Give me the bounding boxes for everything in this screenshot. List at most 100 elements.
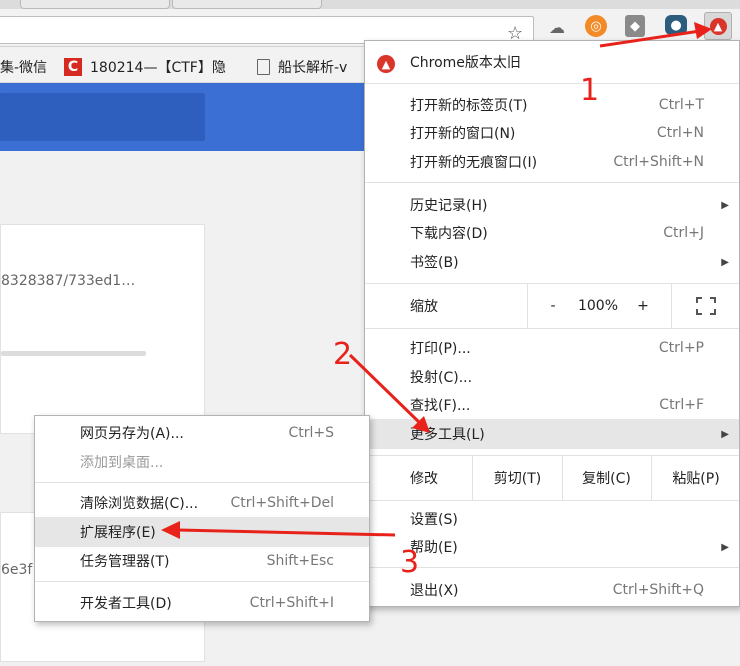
edit-label: 修改: [410, 471, 438, 487]
more-tools-submenu: 网页另存为(A)... Ctrl+S 添加到桌面... 清除浏览数据(C)...…: [34, 415, 370, 622]
menu-item-label: 查找(F)...: [410, 398, 471, 414]
submenu-item-add-to-desktop: 添加到桌面...: [35, 448, 369, 476]
menu-item-settings[interactable]: 设置(S): [365, 505, 739, 533]
edit-row: 修改 剪切(T) 复制(C) 粘贴(P): [365, 456, 739, 500]
menu-item-label: 清除浏览数据(C)...: [80, 496, 199, 512]
submenu-item-task-manager[interactable]: 任务管理器(T) Shift+Esc: [35, 547, 369, 575]
menu-divider: [35, 581, 369, 582]
menu-item-shortcut: Ctrl+Shift+I: [249, 595, 334, 611]
zoom-in-label: +: [637, 298, 649, 314]
zoom-out-label: -: [550, 298, 556, 314]
menu-item-label: 扩展程序(E): [80, 525, 156, 541]
menu-item-label: 开发者工具(D): [80, 596, 172, 612]
menu-item-shortcut: Ctrl+T: [658, 97, 704, 113]
zoom-label: 缩放: [410, 299, 438, 315]
chrome-main-menu: ▲ Chrome版本太旧 打开新的标签页(T) Ctrl+T 打开新的窗口(N)…: [364, 40, 740, 607]
annotation-step-3: 3: [400, 545, 420, 580]
menu-item-new-tab[interactable]: 打开新的标签页(T) Ctrl+T: [365, 91, 739, 119]
menu-item-shortcut: Shift+Esc: [266, 553, 334, 569]
menu-item-help[interactable]: 帮助(E) ▶: [365, 533, 739, 561]
menu-item-find[interactable]: 查找(F)... Ctrl+F: [365, 391, 739, 419]
submenu-item-clear-data[interactable]: 清除浏览数据(C)... Ctrl+Shift+Del: [35, 489, 369, 517]
browser-tab[interactable]: [20, 0, 170, 9]
menu-item-bookmarks[interactable]: 书签(B) ▶: [365, 248, 739, 276]
menu-item-label: 退出(X): [410, 583, 459, 599]
extension-id: 6e3f: [1, 562, 33, 578]
update-warning-icon: ▲: [377, 55, 395, 73]
menu-item-label: 打开新的无痕窗口(I): [410, 155, 538, 171]
menu-item-label: 打开新的窗口(N): [410, 126, 516, 142]
extension-card: 8328387/733ed1…: [0, 224, 205, 434]
menu-item-label: 设置(S): [410, 512, 458, 528]
copy-label: 复制(C): [582, 471, 631, 487]
menu-item-label: 打印(P)...: [410, 341, 471, 357]
update-warning-item[interactable]: ▲ Chrome版本太旧: [365, 48, 739, 76]
menu-item-label: 投射(C)...: [410, 370, 473, 386]
zoom-level: 100%: [578, 284, 618, 328]
menu-item-shortcut: Ctrl+F: [659, 397, 704, 413]
bookmark-item[interactable]: 船长解析-v: [257, 57, 347, 77]
menu-item-label: 历史记录(H): [410, 198, 488, 214]
bookmark-item[interactable]: 集-微信: [0, 57, 47, 77]
csdn-icon: C: [64, 58, 82, 76]
submenu-item-save-page[interactable]: 网页另存为(A)... Ctrl+S: [35, 419, 369, 447]
menu-divider: [365, 182, 739, 183]
menu-item-print[interactable]: 打印(P)... Ctrl+P: [365, 334, 739, 362]
menu-item-exit[interactable]: 退出(X) Ctrl+Shift+Q: [365, 576, 739, 604]
menu-item-new-window[interactable]: 打开新的窗口(N) Ctrl+N: [365, 119, 739, 147]
menu-item-more-tools[interactable]: 更多工具(L) ▶: [365, 419, 739, 449]
orange-circle-icon[interactable]: ◎: [585, 15, 607, 37]
menu-item-shortcut: Ctrl+S: [288, 425, 334, 441]
paste-button[interactable]: 粘贴(P): [652, 456, 740, 500]
menu-item-incognito[interactable]: 打开新的无痕窗口(I) Ctrl+Shift+N: [365, 148, 739, 176]
cut-button[interactable]: 剪切(T): [473, 456, 562, 500]
menu-divider: [35, 482, 369, 483]
tab-strip: [0, 0, 740, 9]
annotation-step-2: 2: [333, 337, 353, 372]
browser-tab[interactable]: [172, 0, 322, 9]
menu-item-shortcut: Ctrl+P: [658, 340, 704, 356]
copy-button[interactable]: 复制(C): [563, 456, 650, 500]
menu-divider: [365, 83, 739, 84]
menu-item-label: 下载内容(D): [410, 226, 488, 242]
menu-item-label: 任务管理器(T): [80, 554, 170, 570]
diamond-icon[interactable]: ◆: [625, 15, 645, 37]
chrome-menu-button[interactable]: ▲: [704, 12, 732, 40]
zoom-value: 100%: [577, 298, 619, 314]
menu-header-label: Chrome版本太旧: [410, 55, 521, 71]
chevron-right-icon: ▶: [721, 256, 729, 268]
update-warning-icon: ▲: [709, 17, 727, 35]
bookmark-item[interactable]: C 180214—【CTF】隐: [64, 57, 226, 77]
menu-item-label: 更多工具(L): [410, 427, 485, 443]
bookmark-label: 船长解析-v: [278, 60, 348, 76]
menu-item-label: 网页另存为(A)...: [80, 426, 184, 442]
zoom-row: 缩放 - 100% +: [365, 284, 739, 328]
menu-item-downloads[interactable]: 下载内容(D) Ctrl+J: [365, 219, 739, 247]
cloud-sync-icon[interactable]: ☁: [545, 15, 569, 39]
menu-divider: [365, 328, 739, 329]
menu-item-shortcut: Ctrl+Shift+Q: [612, 582, 704, 598]
zoom-in-button[interactable]: +: [618, 284, 668, 328]
fullscreen-button[interactable]: [672, 284, 740, 328]
submenu-item-extensions[interactable]: 扩展程序(E): [35, 517, 369, 547]
menu-item-cast[interactable]: 投射(C)...: [365, 363, 739, 391]
paste-label: 粘贴(P): [672, 471, 720, 487]
menu-item-label: 书签(B): [410, 255, 459, 271]
progress-bar: [1, 351, 146, 356]
header-search-bar[interactable]: [0, 93, 205, 141]
submenu-item-devtools[interactable]: 开发者工具(D) Ctrl+Shift+I: [35, 589, 369, 617]
menu-item-shortcut: Ctrl+J: [663, 225, 704, 241]
menu-item-history[interactable]: 历史记录(H) ▶: [365, 191, 739, 219]
cut-label: 剪切(T): [493, 471, 542, 487]
zoom-out-button[interactable]: -: [528, 284, 578, 328]
page-icon: [257, 59, 270, 75]
menu-divider: [365, 567, 739, 568]
bookmark-label: 180214—【CTF】隐: [90, 60, 226, 76]
annotation-step-1: 1: [580, 73, 600, 108]
chevron-right-icon: ▶: [721, 428, 729, 440]
fullscreen-icon: [696, 297, 716, 315]
menu-item-shortcut: Ctrl+Shift+N: [613, 154, 704, 170]
menu-item-shortcut: Ctrl+N: [656, 125, 704, 141]
chevron-right-icon: ▶: [721, 541, 729, 553]
bear-icon[interactable]: ●: [665, 15, 687, 35]
